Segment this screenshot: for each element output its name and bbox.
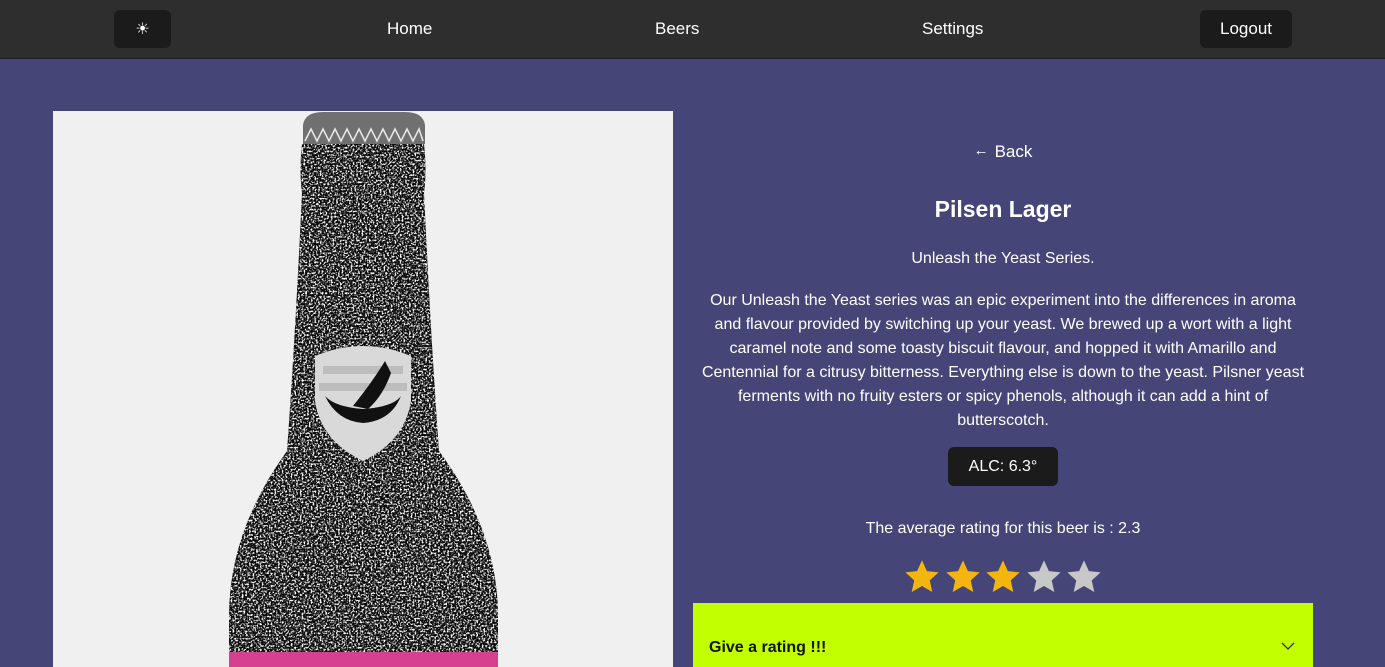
star-icon <box>986 560 1020 593</box>
beer-image-panel <box>53 111 673 667</box>
abv-badge: ALC: 6.3° <box>948 447 1058 486</box>
give-rating-accordion[interactable]: Give a rating !!! <box>693 603 1313 667</box>
nav-link-home[interactable]: Home <box>387 19 432 39</box>
beer-description: Our Unleash the Yeast series was an epic… <box>701 292 1305 429</box>
star-icon <box>1067 560 1101 593</box>
sun-icon: ☀ <box>135 21 150 38</box>
beer-tagline: Unleash the Yeast Series. <box>911 250 1095 267</box>
nav-link-settings[interactable]: Settings <box>922 19 983 39</box>
logout-button[interactable]: Logout <box>1200 10 1292 48</box>
rating-stars <box>903 558 1103 596</box>
chevron-down-icon[interactable] <box>1281 641 1295 651</box>
star-icon <box>1026 560 1061 593</box>
abv-label: ALC: 6.3° <box>968 457 1038 475</box>
give-rating-label: Give a rating !!! <box>709 639 827 656</box>
beer-name: Pilsen Lager <box>934 196 1072 222</box>
back-label: Back <box>994 142 1033 161</box>
beer-bottle-image <box>229 112 498 667</box>
arrow-left-icon: ← <box>973 141 989 159</box>
average-rating-text: The average rating for this beer is : 2.… <box>865 520 1141 537</box>
logout-label: Logout <box>1220 19 1272 38</box>
beer-detail-panel: ← Back Pilsen Lager Unleash the Yeast Se… <box>693 111 1313 667</box>
nav-link-beers[interactable]: Beers <box>655 19 699 39</box>
top-navbar: ☀ Home Beers Settings Logout <box>0 0 1385 59</box>
back-link[interactable]: ← Back <box>693 142 1313 162</box>
star-icon <box>945 560 980 593</box>
star-icon <box>905 560 939 593</box>
theme-toggle-button[interactable]: ☀ <box>114 10 171 48</box>
